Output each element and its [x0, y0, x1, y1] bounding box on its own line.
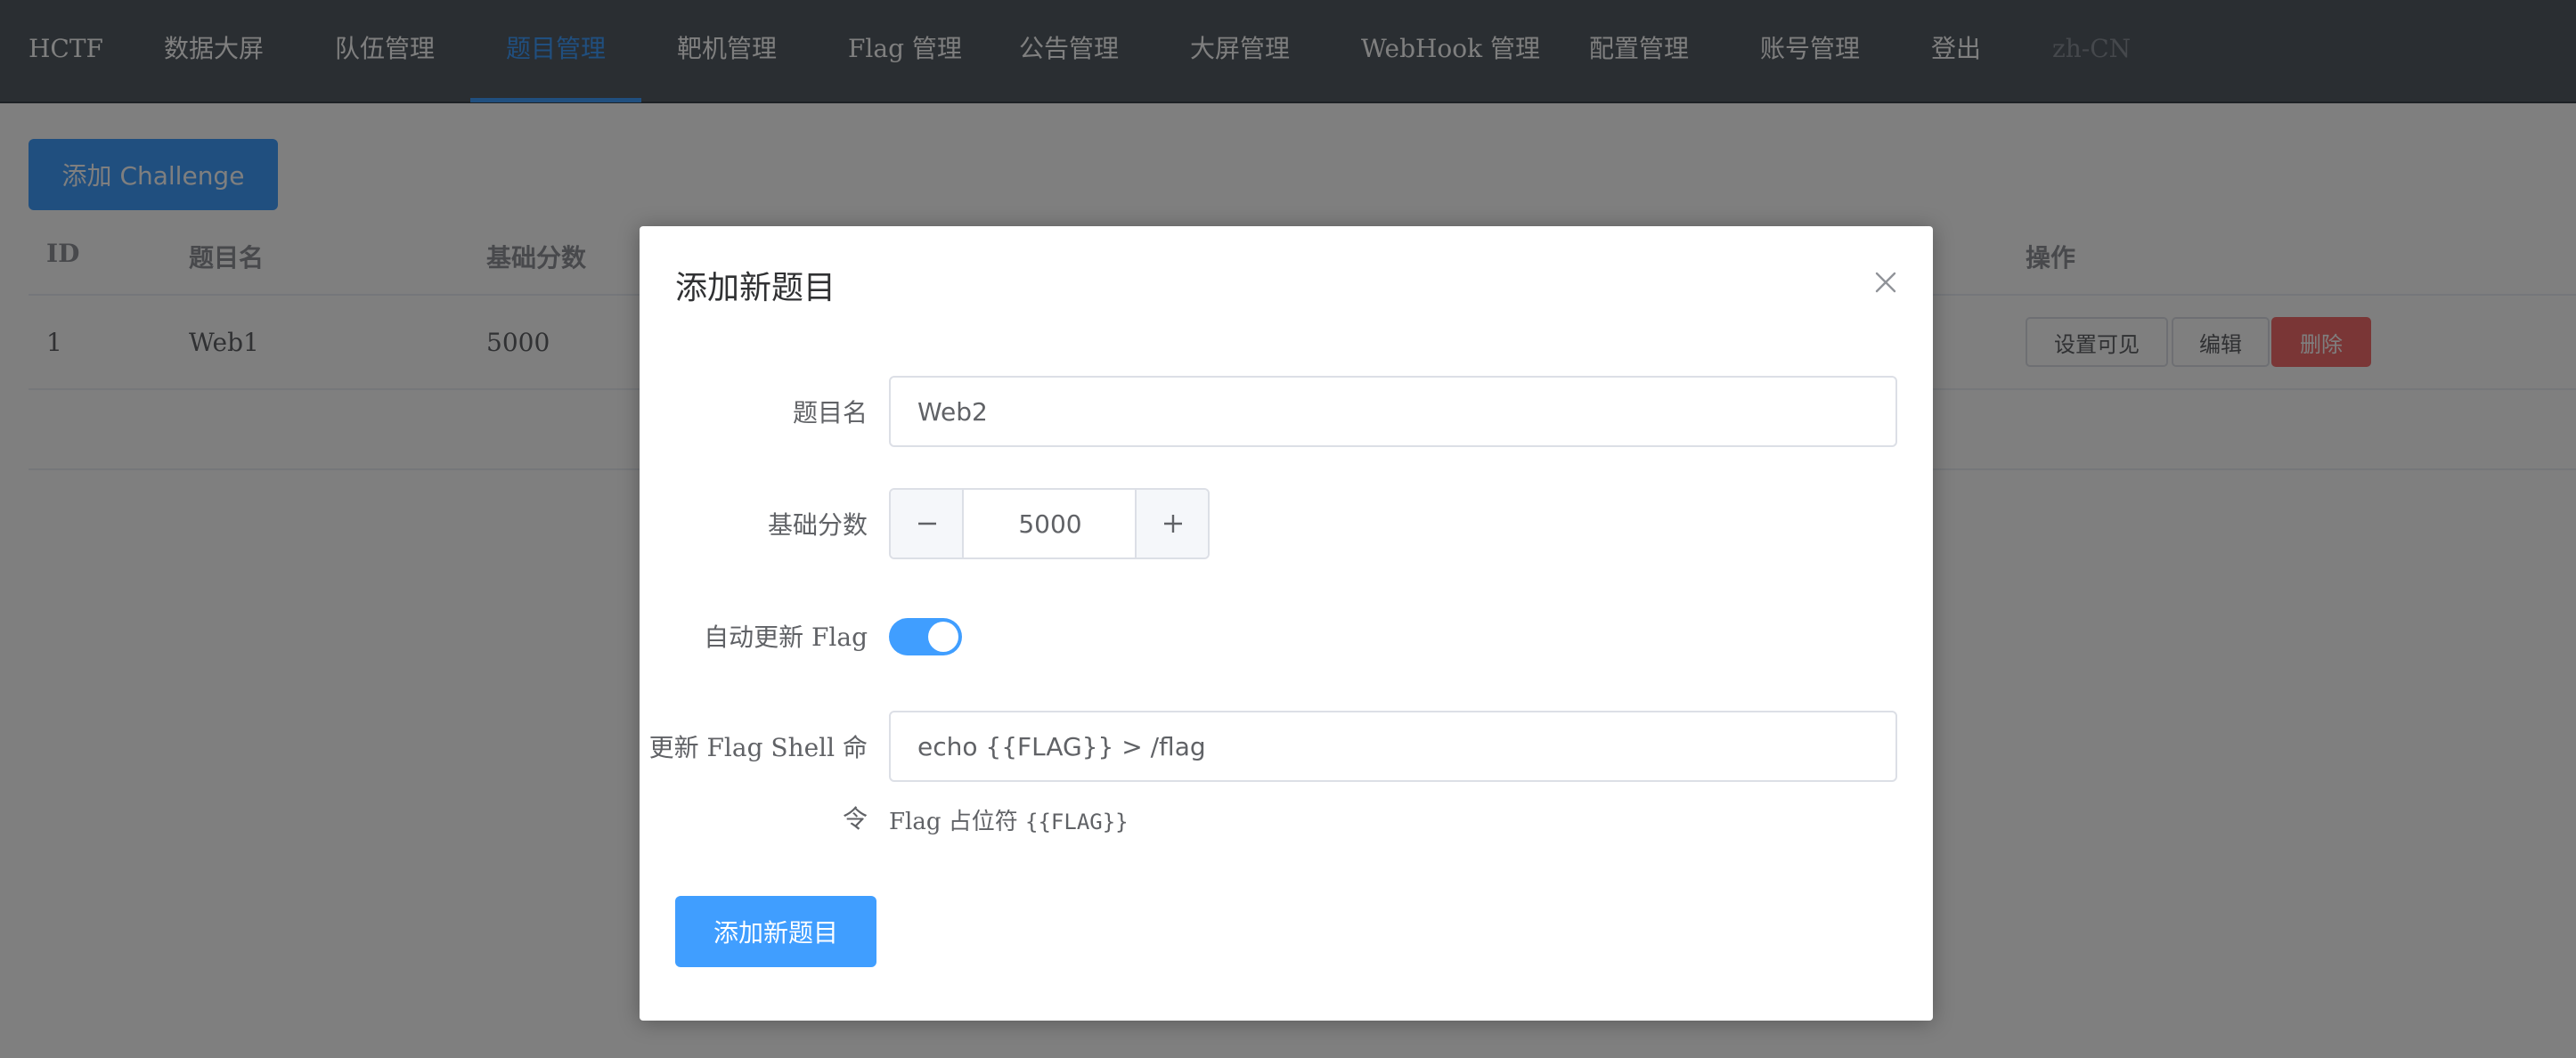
help-prefix: Flag 占位符 — [889, 809, 1026, 835]
shell-command-input[interactable] — [889, 711, 1897, 782]
score-input[interactable] — [966, 490, 1135, 557]
flag-placeholder-code: {{FLAG}} — [1025, 810, 1129, 834]
decrease-score-button[interactable] — [891, 490, 964, 557]
auto-refresh-switch[interactable] — [889, 618, 962, 655]
increase-score-button[interactable] — [1135, 490, 1208, 557]
submit-challenge-button[interactable]: 添加新题目 — [675, 896, 876, 967]
score-label: 基础分数 — [767, 510, 868, 540]
shell-command-label: 更新 Flag Shell 命 — [648, 733, 868, 762]
name-label: 题目名 — [792, 398, 868, 427]
shell-command-help: Flag 占位符 {{FLAG}} — [889, 803, 1129, 836]
plus-icon — [1164, 515, 1182, 533]
shell-command-label-wrap: 令 — [842, 804, 868, 834]
dialog-title: 添加新题目 — [675, 270, 836, 306]
add-challenge-dialog: 添加新题目 题目名 基础分数 自动更新 Flag 更新 Flag Shell 命… — [640, 226, 1933, 1021]
auto-refresh-label: 自动更新 Flag — [704, 623, 868, 652]
close-icon[interactable] — [1871, 267, 1901, 297]
challenge-name-input[interactable] — [889, 376, 1897, 447]
minus-icon — [918, 522, 936, 525]
switch-knob — [928, 622, 958, 652]
score-stepper — [889, 488, 1210, 559]
